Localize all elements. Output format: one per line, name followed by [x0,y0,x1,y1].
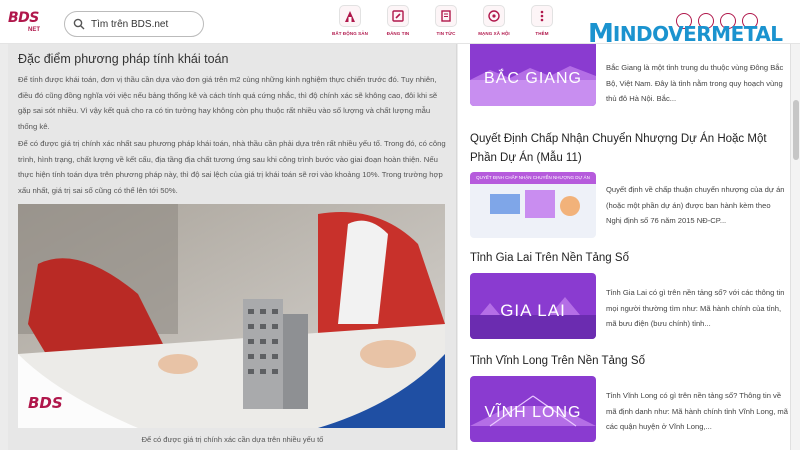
image-logo: BDS [28,394,63,412]
watermark-m: M [588,19,614,49]
thumbnail-text: BẮC GIANG [484,70,582,87]
logo-sub: NET [28,27,40,33]
search-box[interactable] [64,11,204,37]
scrollbar-thumb[interactable] [793,100,799,160]
thumbnail-text: VĨNH LONG [484,404,582,421]
watermark-logo: M INDOVERMETAL [588,14,783,54]
article-thumbnail[interactable]: BẮC GIANG [470,44,596,106]
nav-item-tin-tuc[interactable]: TIN TỨC [422,5,470,36]
article-title[interactable]: Tỉnh Vĩnh Long Trên Nền Tảng Số [470,352,788,371]
nav-item-dang-tin[interactable]: ĐĂNG TIN [374,5,422,36]
main-nav: BẤT ĐỘNG SẢN ĐĂNG TIN TIN TỨC MẠNG XÃ HỘ… [326,5,566,36]
article-heading: Đặc điểm phương pháp tính khái toán [18,52,229,66]
article-excerpt: Tỉnh Vĩnh Long có gì trên nền tảng số? T… [606,391,788,431]
article-thumbnail[interactable]: VĨNH LONG [470,376,596,442]
more-icon [531,5,553,27]
article-title[interactable]: Tỉnh Gia Lai Trên Nền Tảng Số [470,249,788,268]
search-input[interactable] [91,18,196,30]
article-thumbnail[interactable]: GIA LAI [470,273,596,339]
article-excerpt: Quyết định về chấp thuận chuyển nhượng c… [606,185,785,225]
nav-label: ĐĂNG TIN [386,31,410,36]
nav-item-bat-dong-san[interactable]: BẤT ĐỘNG SẢN [326,5,374,36]
related-article-card[interactable]: Quyết Định Chấp Nhận Chuyển Nhượng Dự Án… [470,130,788,260]
related-article-card[interactable]: BẮC GIANG Bắc Giang là một tỉnh trung du… [470,44,788,112]
logo-text: BDS [8,10,39,26]
page-scrollbar[interactable] [790,0,800,450]
post-icon [387,5,409,27]
thumbnail-text: GIA LAI [500,301,566,320]
article-thumbnail[interactable]: QUYẾT ĐỊNH CHẤP NHẬN CHUYỂN NHƯỢNG DỰ ÁN [470,172,596,238]
nav-label: TIN TỨC [436,31,456,36]
article-excerpt: Tỉnh Gia Lai có gì trên nền tảng số? với… [606,288,785,328]
article-excerpt: Bắc Giang là một tỉnh trung du thuộc vùn… [606,63,784,103]
article-paragraph: Để có được giá trị chính xác nhất sau ph… [18,139,446,196]
article-image: BDS [18,204,445,428]
news-icon [435,5,457,27]
site-logo[interactable]: BDS NET [8,8,52,38]
image-caption: Để có được giá trị chính xác cần dựa trê… [141,435,324,444]
watermark-text: INDOVERMETAL [612,22,783,46]
related-article-card[interactable]: Tỉnh Vĩnh Long Trên Nền Tảng Số VĨNH LON… [470,352,788,450]
nav-label: BẤT ĐỘNG SẢN [332,31,368,36]
article-content: Đặc điểm phương pháp tính khái toán Để t… [8,44,457,450]
related-article-card[interactable]: Tỉnh Gia Lai Trên Nền Tảng Số GIA LAI Tỉ… [470,249,788,349]
network-icon [483,5,505,27]
nav-label: THÊM [535,31,549,36]
nav-label: MẠNG XÃ HỘI [478,31,510,36]
search-icon [73,18,85,30]
thumbnail-text: QUYẾT ĐỊNH CHẤP NHẬN CHUYỂN NHƯỢNG DỰ ÁN [476,175,590,180]
nav-item-mang-xa-hoi[interactable]: MẠNG XÃ HỘI [470,5,518,36]
building-icon [339,5,361,27]
article-paragraph: Để tính được khái toán, đơn vị thầu cần … [18,75,438,132]
article-title[interactable]: Quyết Định Chấp Nhận Chuyển Nhượng Dự Án… [470,130,788,168]
related-sidebar: BẮC GIANG Bắc Giang là một tỉnh trung du… [458,44,790,450]
nav-item-them[interactable]: THÊM [518,5,566,36]
